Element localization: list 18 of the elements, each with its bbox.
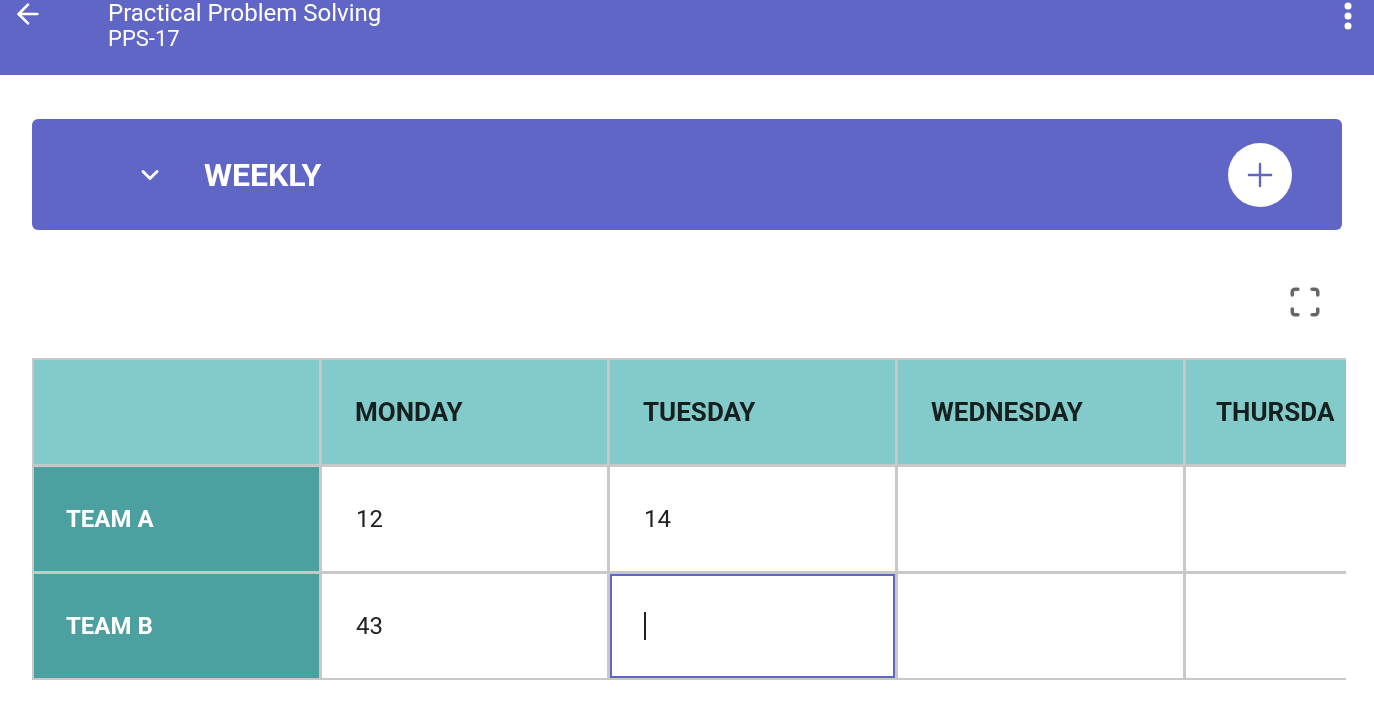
table-cell[interactable]: 43 (322, 574, 607, 678)
app-subtitle: PPS-17 (108, 26, 181, 52)
table-cell[interactable]: 14 (610, 467, 895, 571)
fullscreen-icon (1288, 285, 1322, 319)
fullscreen-button[interactable] (1288, 285, 1322, 319)
app-title: Practical Problem Solving (108, 0, 382, 26)
text-cursor (644, 612, 646, 640)
column-header: TUESDAY (610, 360, 895, 464)
table-cell[interactable]: 12 (322, 467, 607, 571)
section-title: WEEKLY (204, 154, 322, 196)
table-cell[interactable] (610, 574, 895, 678)
column-header: THURSDA (1186, 360, 1346, 464)
more-menu-button[interactable] (1344, 2, 1352, 30)
column-header: WEDNESDAY (898, 360, 1183, 464)
row-header: TEAM A (34, 467, 319, 571)
column-header: MONDAY (322, 360, 607, 464)
more-icon (1344, 2, 1352, 30)
row-header: TEAM B (34, 574, 319, 678)
